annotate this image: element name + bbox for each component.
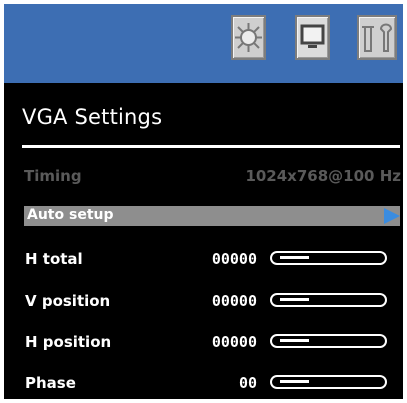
phase-label: Phase bbox=[25, 374, 76, 392]
timing-label: Timing bbox=[24, 167, 82, 185]
slider-fill bbox=[280, 339, 309, 342]
h-position-label: H position bbox=[25, 333, 112, 351]
slider-fill bbox=[280, 380, 309, 383]
monitor-icon[interactable] bbox=[295, 15, 330, 60]
phase-slider[interactable] bbox=[270, 375, 387, 389]
v-position-value: 00000 bbox=[211, 292, 257, 310]
slider-fill bbox=[280, 256, 309, 259]
tools-icon[interactable] bbox=[357, 15, 397, 60]
h-total-value: 00000 bbox=[211, 250, 257, 268]
brightness-icon[interactable] bbox=[231, 15, 266, 60]
auto-setup-row[interactable]: Auto setup bbox=[24, 206, 400, 226]
h-total-slider[interactable] bbox=[270, 251, 387, 265]
page-title: VGA Settings bbox=[22, 105, 163, 129]
v-position-slider[interactable] bbox=[270, 293, 387, 307]
phase-value: 00 bbox=[238, 374, 257, 392]
slider-fill bbox=[280, 298, 309, 301]
top-toolbar bbox=[4, 4, 403, 83]
osd-menu: VGA Settings Timing 1024x768@100 Hz Auto… bbox=[4, 4, 403, 399]
arrow-right-icon[interactable] bbox=[384, 208, 400, 224]
h-position-value: 00000 bbox=[211, 333, 257, 351]
timing-value: 1024x768@100 Hz bbox=[245, 167, 401, 185]
h-total-label: H total bbox=[25, 250, 83, 268]
title-divider bbox=[22, 145, 400, 148]
h-position-slider[interactable] bbox=[270, 334, 387, 348]
v-position-label: V position bbox=[25, 292, 111, 310]
auto-setup-label: Auto setup bbox=[27, 207, 114, 223]
